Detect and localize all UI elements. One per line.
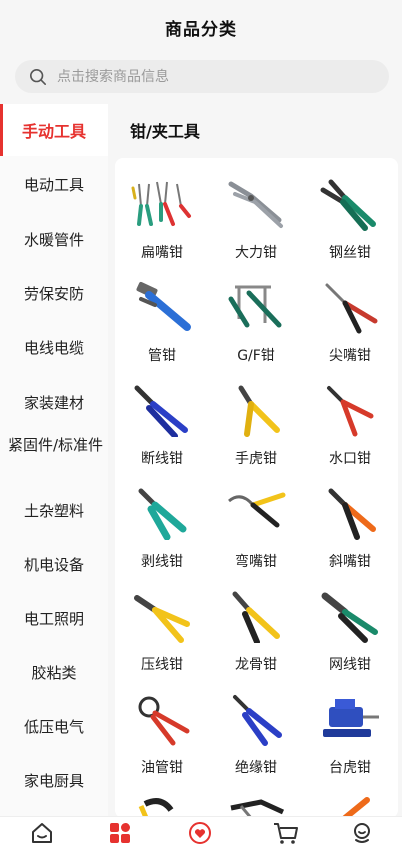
product-item[interactable]: 手虎钳 [209,372,303,475]
sidebar-item[interactable]: 水暖管件 [0,229,108,251]
product-label: 油管钳 [141,760,183,776]
nav-home[interactable] [22,820,62,848]
page-title: 商品分类 [165,19,237,40]
product-item[interactable]: 斜嘴钳 [303,475,397,578]
combination-pliers-icon [320,179,376,231]
product-item[interactable]: 台虎钳 [303,681,397,784]
product-label: 水口钳 [329,451,371,467]
category-icon [110,823,130,843]
cart-icon [274,823,298,844]
product-item[interactable]: G/F钳 [209,269,303,372]
search-bar[interactable] [15,60,389,93]
product-item[interactable]: 网线钳 [303,578,397,681]
hand-vise-icon [238,385,280,437]
network-crimper-icon [321,592,378,643]
nav-cart[interactable] [266,820,306,848]
category-sidebar: 电动工具 水暖管件 劳保安防 电线电缆 家装建材 紧固件/标准件 土杂塑料 机电… [0,156,108,816]
product-label: 大力钳 [235,245,277,261]
tab-label: 手动工具 [21,122,86,141]
pliers-partial-icon [138,798,174,818]
pliers-partial-icon [230,799,285,818]
f-clamp-icon [228,285,282,328]
product-item[interactable]: 油管钳 [115,681,209,784]
sidebar-item[interactable]: 机电设备 [0,554,108,576]
sidebar-item[interactable]: 土杂塑料 [0,500,108,522]
sidebar-item[interactable]: 电动工具 [0,174,108,196]
tab-pliers-clamps[interactable]: 钳/夹工具 [130,104,200,156]
sidebar-item[interactable]: 电工照明 [0,608,108,630]
product-item[interactable] [303,784,397,818]
product-panel: 扁嘴钳 大力钳 钢丝钳 管钳 G/F钳 尖嘴钳 断线钳 手虎钳 水口钳 剥线钳 … [115,158,398,818]
product-item[interactable]: 剥线钳 [115,475,209,578]
sidebar-item[interactable]: 紧固件/标准件 [0,434,104,456]
search-icon [29,68,47,85]
top-bar: 商品分类 [0,0,402,54]
product-item[interactable]: 水口钳 [303,372,397,475]
wire-cutter-icon [134,385,188,437]
sidebar-item[interactable]: 家装建材 [0,392,108,414]
diagonal-pliers-icon [328,488,376,540]
product-label: 弯嘴钳 [235,554,277,570]
nav-profile[interactable] [342,820,382,848]
crimping-pliers-icon [134,595,190,643]
product-item[interactable]: 压线钳 [115,578,209,681]
keel-pliers-icon [232,591,280,643]
category-tabs: 手动工具 钳/夹工具 [0,104,402,156]
flat-nose-pliers-set-icon [131,181,191,226]
product-item[interactable]: 钢丝钳 [303,166,397,269]
product-item[interactable]: 管钳 [115,269,209,372]
oil-pipe-pliers-icon [138,696,190,746]
product-item[interactable]: 扁嘴钳 [115,166,209,269]
sidebar-item[interactable]: 劳保安防 [0,283,108,305]
bottom-nav [0,816,402,850]
home-icon [32,823,52,843]
locking-pliers-icon [228,181,283,228]
heart-chat-icon [189,822,211,844]
product-item[interactable]: 大力钳 [209,166,303,269]
sidebar-item[interactable]: 家电厨具 [0,770,108,792]
product-item[interactable] [209,784,303,818]
tab-manual-tools[interactable]: 手动工具 [0,104,108,156]
tab-label: 钳/夹工具 [130,122,200,141]
product-item[interactable]: 尖嘴钳 [303,269,397,372]
product-label: 斜嘴钳 [329,554,371,570]
product-label: 剥线钳 [141,554,183,570]
flush-cutter-icon [327,386,374,437]
product-label: 龙骨钳 [235,657,277,673]
nav-favorites[interactable] [180,820,220,848]
product-label: 尖嘴钳 [329,348,371,364]
pipe-wrench-icon [136,281,191,331]
bent-nose-pliers-icon [228,492,286,528]
product-item[interactable] [115,784,209,818]
product-label: 手虎钳 [235,451,277,467]
product-label: 断线钳 [141,451,183,467]
profile-icon [354,823,370,843]
sidebar-item[interactable]: 低压电气 [0,716,108,738]
product-label: 绝缘钳 [235,760,277,776]
product-item[interactable]: 断线钳 [115,372,209,475]
wire-stripper-icon [138,488,187,540]
bench-vise-icon [323,699,379,737]
product-label: 扁嘴钳 [141,245,183,261]
product-label: 钢丝钳 [329,245,371,261]
search-input[interactable] [55,67,359,86]
product-label: G/F钳 [237,348,275,364]
nav-category[interactable] [100,820,140,848]
product-item[interactable]: 龙骨钳 [209,578,303,681]
product-label: 台虎钳 [329,760,371,776]
product-label: 压线钳 [141,657,183,673]
insulated-pliers-icon [233,695,282,746]
product-label: 网线钳 [329,657,371,673]
pliers-partial-icon [342,797,370,818]
sidebar-item[interactable]: 胶粘类 [0,662,108,684]
product-label: 管钳 [148,348,176,364]
needle-nose-pliers-icon [325,283,378,334]
product-item[interactable]: 绝缘钳 [209,681,303,784]
product-item[interactable]: 弯嘴钳 [209,475,303,578]
sidebar-item[interactable]: 电线电缆 [0,337,108,359]
